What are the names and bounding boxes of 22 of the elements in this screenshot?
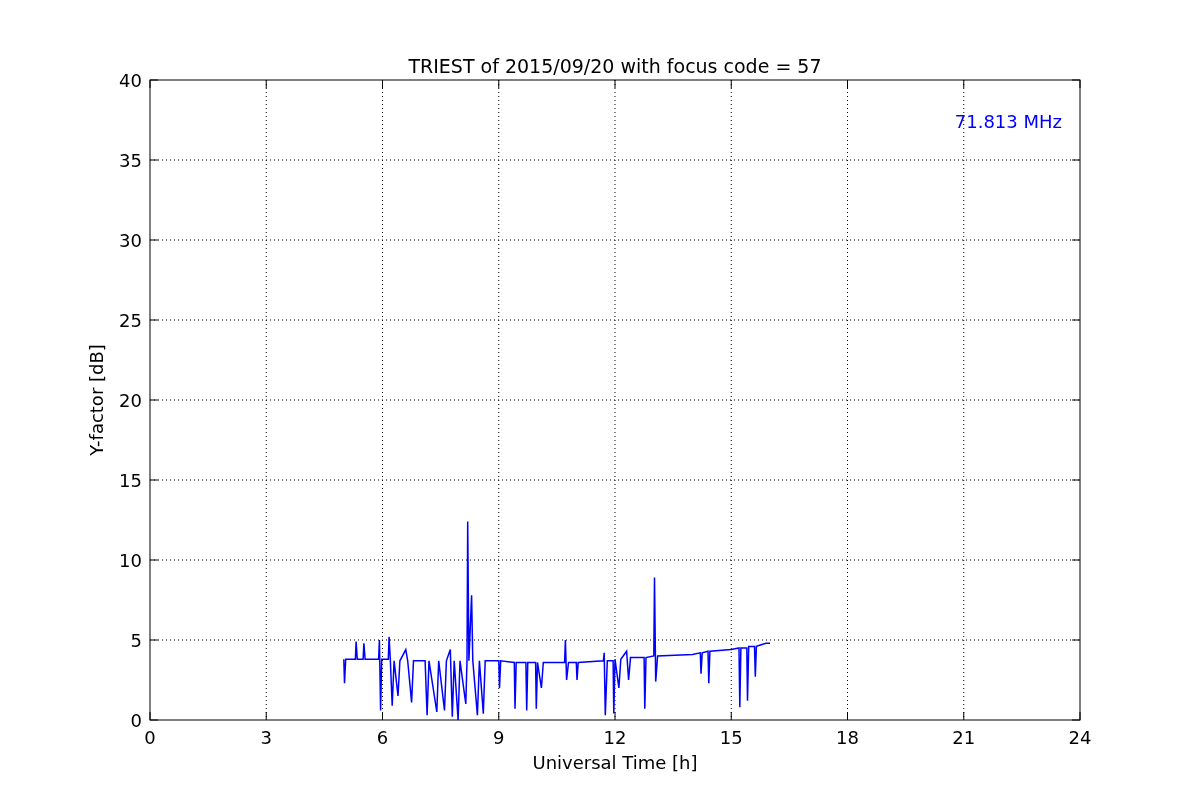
x-tick-label: 12	[603, 727, 627, 748]
x-tick-label: 15	[719, 727, 743, 748]
frequency-label: 71.813 MHz	[954, 111, 1062, 132]
x-tick-label: 9	[493, 727, 505, 748]
y-tick-label: 5	[130, 630, 142, 651]
y-tick-label: 35	[119, 150, 142, 171]
y-tick-label: 15	[119, 470, 142, 491]
chart-title: TRIEST of 2015/09/20 with focus code = 57	[408, 55, 822, 77]
x-tick-label: 18	[836, 727, 859, 748]
x-axis-label: Universal Time [h]	[532, 752, 698, 773]
y-tick-label: 30	[119, 230, 142, 251]
y-tick-label: 10	[119, 550, 142, 571]
y-tick-label: 40	[119, 70, 142, 91]
x-tick-label: 21	[952, 727, 976, 748]
x-tick-label: 24	[1068, 727, 1092, 748]
x-tick-label: 3	[260, 727, 272, 748]
x-tick-label: 0	[144, 727, 156, 748]
y-tick-label: 0	[130, 710, 142, 731]
y-axis-label: Y-factor [dB]	[86, 344, 107, 456]
y-tick-label: 25	[119, 310, 142, 331]
y-tick-label: 20	[119, 390, 142, 411]
x-tick-label: 6	[376, 727, 389, 748]
